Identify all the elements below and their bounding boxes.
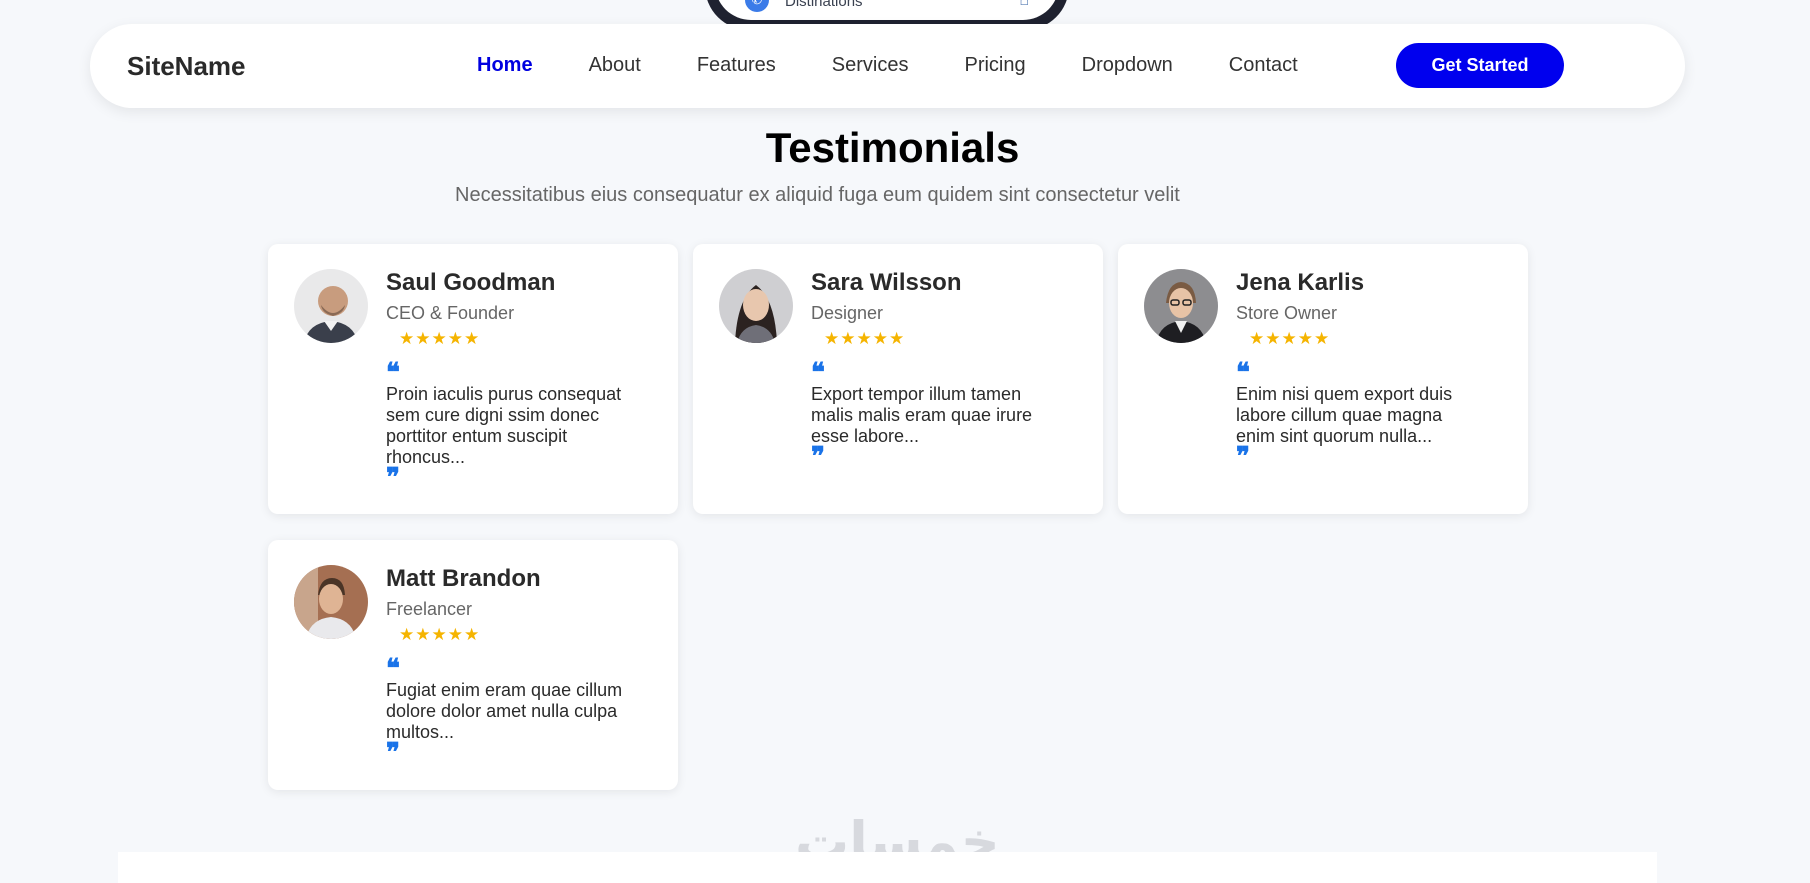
- testimonial-text: Proin iaculis purus consequat sem cure d…: [386, 384, 622, 467]
- testimonial-text: Fugiat enim eram quae cillum dolore dolo…: [386, 680, 623, 742]
- avatar: [1144, 269, 1218, 343]
- quote-right-icon: ❞: [811, 442, 825, 472]
- testimonial-card: Saul Goodman CEO & Founder ★★★★★ ❝ Proin…: [268, 244, 678, 514]
- navbar: SiteName Home About Features Services Pr…: [90, 24, 1685, 108]
- testimonial-card: Jena Karlis Store Owner ★★★★★ ❝ Enim nis…: [1118, 244, 1528, 514]
- testimonial-name: Jena Karlis: [1236, 269, 1365, 296]
- nav-menu: Home About Features Services Pricing Dro…: [477, 54, 1354, 77]
- section-title: Testimonials: [765, 124, 1020, 171]
- quote-left-icon: ❝: [386, 358, 400, 388]
- quote-left-icon: ❝: [1236, 358, 1250, 388]
- quote-right-icon: ❞: [1236, 442, 1250, 472]
- star-rating: ★★★★★: [1249, 329, 1331, 348]
- site-logo[interactable]: SiteName: [127, 51, 246, 82]
- star-rating: ★★★★★: [399, 329, 481, 348]
- nav-link-dropdown[interactable]: Dropdown: [1082, 54, 1173, 77]
- quote-left-icon: ❝: [386, 654, 400, 684]
- testimonial-name: Saul Goodman: [386, 269, 556, 296]
- testimonial-name: Matt Brandon: [386, 565, 541, 592]
- testimonial-name: Sara Wilsson: [811, 269, 962, 296]
- nav-link-about[interactable]: About: [589, 54, 641, 77]
- testimonial-role: Store Owner: [1236, 303, 1338, 323]
- get-started-button[interactable]: Get Started: [1396, 43, 1564, 88]
- testimonial-text: Export tempor illum tamen malis malis er…: [811, 384, 1033, 446]
- avatar: [294, 269, 368, 343]
- testimonial-card: Matt Brandon Freelancer ★★★★★ ❝ Fugiat e…: [268, 540, 678, 790]
- quote-right-icon: ❞: [386, 738, 400, 768]
- testimonial-card: Sara Wilsson Designer ★★★★★ ❝ Export tem…: [693, 244, 1103, 514]
- quote-right-icon: ❞: [386, 463, 400, 493]
- nav-link-services[interactable]: Services: [832, 54, 909, 77]
- nav-link-contact[interactable]: Contact: [1229, 54, 1298, 77]
- phone-label: Distinations: [785, 0, 863, 10]
- nav-link-features[interactable]: Features: [697, 54, 776, 77]
- phone-screen: ✆ Distinations ⌂: [715, 0, 1059, 20]
- avatar: [294, 565, 368, 639]
- testimonial-role: Designer: [811, 303, 884, 323]
- section-subtitle: Necessitatibus eius consequatur ex aliqu…: [455, 184, 1180, 206]
- footer-panel: [118, 852, 1657, 883]
- star-rating: ★★★★★: [824, 329, 906, 348]
- house-icon: ⌂: [1019, 0, 1029, 9]
- testimonial-text: Enim nisi quem export duis labore cillum…: [1236, 384, 1453, 446]
- phone-icon: ✆: [745, 0, 769, 12]
- testimonial-role: Freelancer: [386, 599, 473, 619]
- quote-left-icon: ❝: [811, 358, 825, 388]
- avatar: [719, 269, 793, 343]
- testimonial-role: CEO & Founder: [386, 303, 515, 323]
- nav-link-home[interactable]: Home: [477, 54, 533, 77]
- star-rating: ★★★★★: [399, 625, 481, 644]
- nav-link-pricing[interactable]: Pricing: [964, 54, 1025, 77]
